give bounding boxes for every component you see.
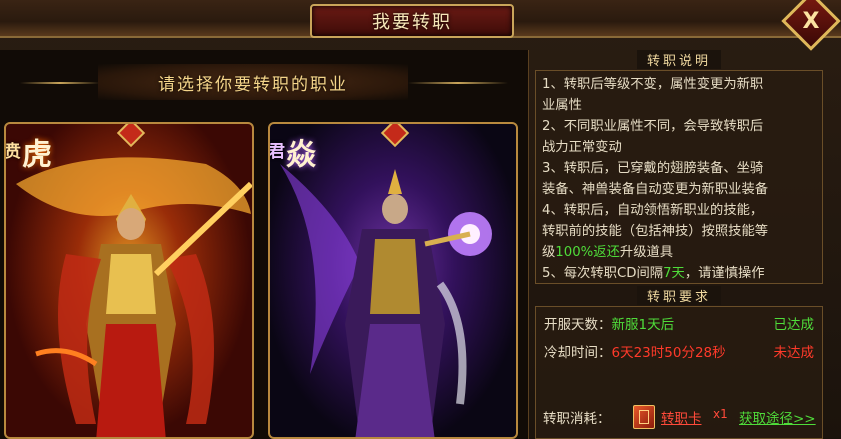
class-card-warrior[interactable]: 虎 贲 [4,122,254,439]
class-name-main: 虎 [16,138,51,168]
desc-line: 3、转职后，已穿戴的翅膀装备、坐骑 [542,161,764,176]
desc-highlight: 100%返还 [555,245,620,260]
requirement-value: 新服1天后 [611,317,675,333]
class-card-mage[interactable]: 焱 君 [268,122,518,439]
job-change-card-icon[interactable] [633,405,655,429]
mage-figure [280,164,492,437]
requirements-header: 转职要求 [535,285,823,305]
desc-line: 装备、神兽装备自动变更为新职业装备 [542,182,769,197]
class-name-main: 焱 [280,138,315,168]
banner-ornament-left [20,82,100,84]
desc-line: 2、不同职业属性不同，会导致转职后 [542,119,764,134]
desc-line: 战力正常变动 [542,140,622,155]
description-box: 1、转职后等级不变，属性变更为新职 业属性 2、不同职业属性不同，会导致转职后 … [535,70,823,284]
requirement-key: 冷却时间： [544,345,612,361]
window-title: 我要转职 [372,12,452,33]
requirements-title: 转职要求 [636,285,721,305]
desc-text: 级 [542,245,556,260]
class-name-mage: 焱 君 [270,138,315,168]
close-icon: X [802,8,820,34]
desc-line: 转职前的技能（包括神技）按照技能等 [542,224,769,239]
info-panel: 转职说明 1、转职后等级不变，属性变更为新职 业属性 2、不同职业属性不同，会导… [535,49,823,439]
get-source-link[interactable]: 获取途径>> [739,407,816,427]
description-header: 转职说明 [535,49,823,69]
desc-text: 5、每次转职CD间隔 [542,266,664,281]
cost-item-name[interactable]: 转职卡 [661,407,702,427]
choose-banner: 请选择你要转职的职业 [98,64,408,100]
requirement-key: 开服天数： [544,317,612,333]
job-change-window: 我要转职 X 请选择你要转职的职业 虎 贲 焱 君 转职说明 1、转职后等级不变… [0,0,841,439]
cost-item-quantity: x1 [713,407,728,421]
warrior-figure [16,157,252,437]
requirement-status: 已达成 [773,317,815,333]
desc-highlight: 7天 [663,266,685,281]
requirement-row-open-days: 开服天数：新服1天后 已达成 [544,313,814,333]
requirement-row-cooldown: 冷却时间：6天23时50分28秒 未达成 [544,341,814,361]
banner-ornament-right [408,82,508,84]
desc-line: 级100%返还升级道具 [542,241,673,260]
choose-heading: 请选择你要转职的职业 [158,74,348,95]
cost-label: 转职消耗： [543,411,611,427]
desc-line: 1、转职后等级不变，属性变更为新职 [542,77,764,92]
requirement-status: 未达成 [773,345,815,361]
desc-text: 升级道具 [619,245,674,260]
cost-row: 转职消耗： 转职卡 x1 获取途径>> [543,405,823,429]
description-title: 转职说明 [636,49,721,69]
desc-text: ，请谨慎操作 [684,266,765,281]
title-plate: 我要转职 [310,4,514,38]
desc-line: 5、每次转职CD间隔7天，请谨慎操作 [542,262,765,281]
desc-line: 业属性 [542,98,582,113]
desc-line: 4、转职后，自动领悟新职业的技能， [542,203,764,218]
class-name-warrior: 虎 贲 [6,138,51,168]
requirement-value: 6天23时50分28秒 [611,345,726,361]
